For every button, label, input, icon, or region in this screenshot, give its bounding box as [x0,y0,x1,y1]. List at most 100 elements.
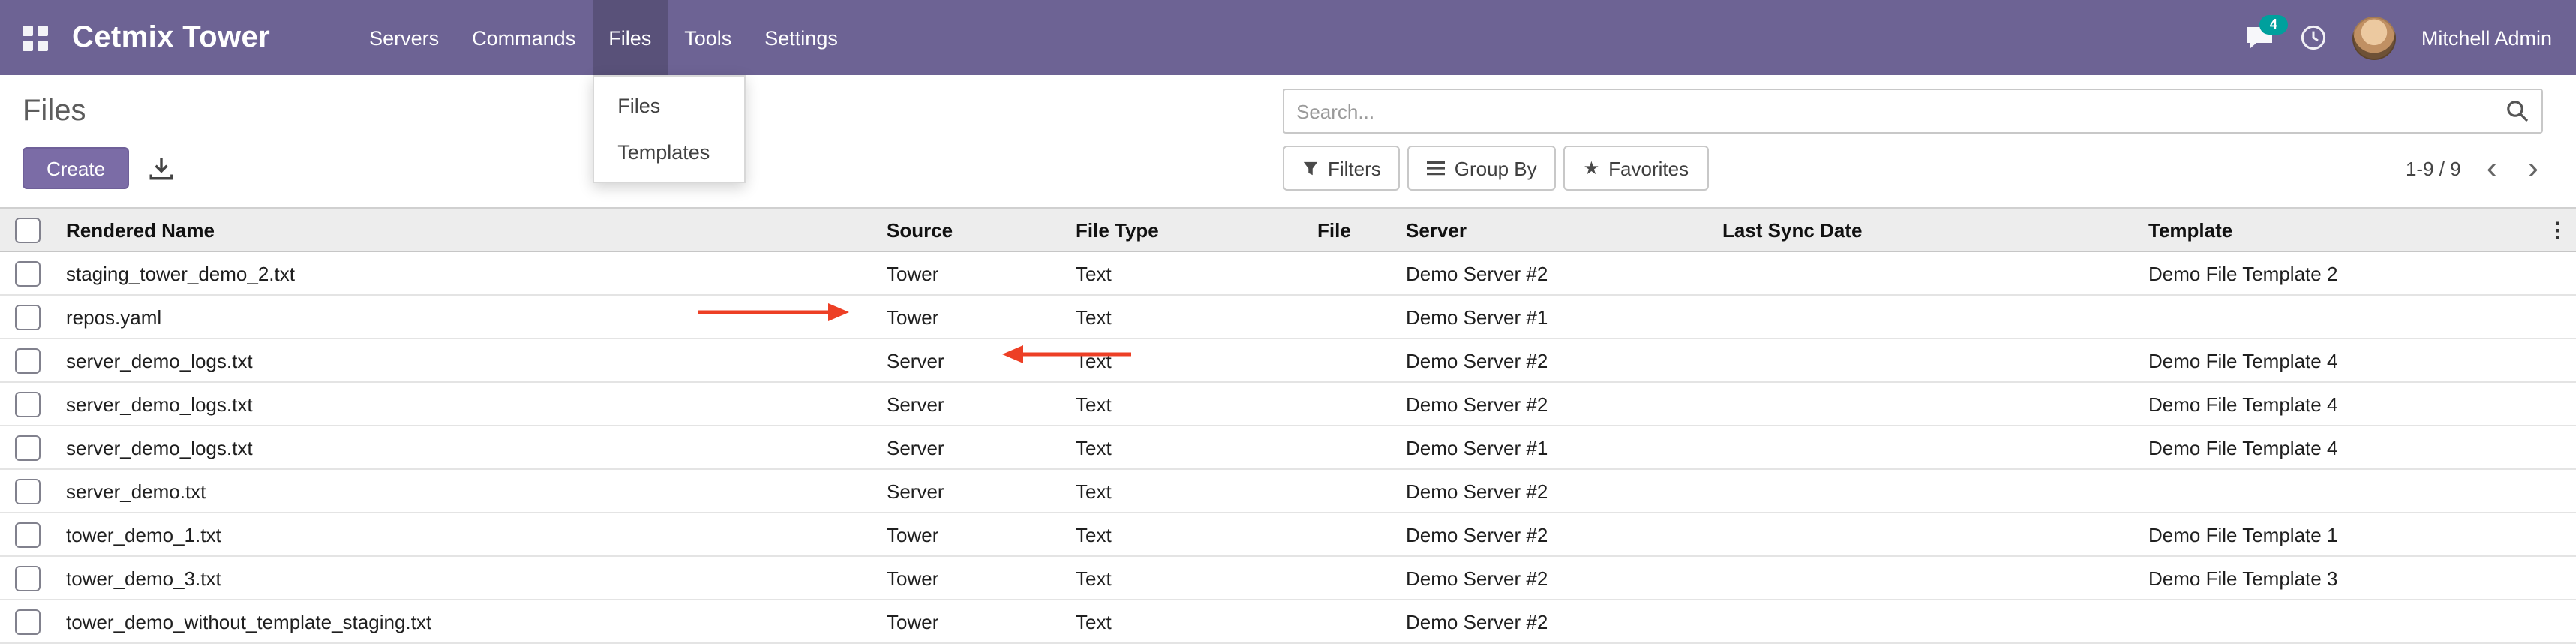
cell-file-type: Text [1064,469,1305,513]
pager-next-icon[interactable]: › [2523,152,2543,185]
cell-source: Tower [875,513,1064,556]
column-header-template[interactable]: Template [2136,208,2538,251]
group-by-button[interactable]: Group By [1408,146,1557,191]
page-title: Files [23,94,86,128]
cell-file [1305,382,1394,426]
row-checkbox[interactable] [14,391,40,417]
cell-template: Demo File Template 3 [2136,556,2538,600]
user-name[interactable]: Mitchell Admin [2421,26,2552,49]
row-checkbox[interactable] [14,304,40,330]
cell-server: Demo Server #1 [1394,295,1710,339]
cell-template [2136,469,2538,513]
cell-file-type: Text [1064,556,1305,600]
cell-server: Demo Server #2 [1394,382,1710,426]
column-header-server[interactable]: Server [1394,208,1710,251]
cell-template: Demo File Template 4 [2136,339,2538,382]
app-root: Cetmix Tower Servers Commands Files File… [0,0,2576,626]
cell-file [1305,295,1394,339]
search-icon[interactable] [2493,99,2541,123]
table-row[interactable]: server_demo_logs.txt Server Text Demo Se… [0,426,2576,469]
favorites-button[interactable]: ★ Favorites [1564,146,1708,191]
menu-files[interactable]: Files Files Templates [592,0,668,75]
table-row[interactable]: server_demo_logs.txt Server Text Demo Se… [0,339,2576,382]
cell-last-sync-date [1710,251,2136,295]
cell-rendered-name: server_demo_logs.txt [54,426,875,469]
cell-file-type: Text [1064,339,1305,382]
cell-rendered-name: tower_demo_3.txt [54,556,875,600]
table-row[interactable]: staging_tower_demo_2.txt Tower Text Demo… [0,251,2576,295]
row-checkbox[interactable] [14,609,40,634]
pager-previous-icon[interactable]: ‹ [2482,152,2502,185]
cell-source: Server [875,382,1064,426]
cell-source: Server [875,426,1064,469]
column-options-kebab-icon[interactable]: ⋮ [2547,217,2568,241]
table-row[interactable]: repos.yaml Tower Text Demo Server #1 [0,295,2576,339]
group-by-bars-icon [1428,161,1446,176]
row-checkbox[interactable] [14,565,40,591]
cell-source: Tower [875,295,1064,339]
pager: 1-9 / 9 ‹ › [2406,152,2543,185]
cell-template [2136,600,2538,643]
menu-commands[interactable]: Commands [455,0,592,75]
create-button[interactable]: Create [23,147,129,189]
top-navbar: Cetmix Tower Servers Commands Files File… [0,0,2576,75]
cell-file-type: Text [1064,295,1305,339]
control-panel: Files Create [0,75,2576,191]
column-header-source[interactable]: Source [875,208,1064,251]
user-avatar[interactable] [2352,16,2396,59]
table-row[interactable]: tower_demo_3.txt Tower Text Demo Server … [0,556,2576,600]
cell-server: Demo Server #2 [1394,339,1710,382]
cell-file-type: Text [1064,382,1305,426]
filters-button-label: Filters [1328,157,1381,179]
cell-source: Tower [875,251,1064,295]
select-all-checkbox[interactable] [14,217,40,242]
cell-file [1305,600,1394,643]
cell-server: Demo Server #2 [1394,251,1710,295]
filter-funnel-icon [1302,160,1319,176]
cell-template: Demo File Template 1 [2136,513,2538,556]
cell-rendered-name: server_demo_logs.txt [54,382,875,426]
main-menu: Servers Commands Files Files Templates T… [353,0,854,75]
search-input[interactable] [1284,100,2493,122]
column-header-rendered-name[interactable]: Rendered Name [54,208,875,251]
cell-file-type: Text [1064,251,1305,295]
row-checkbox[interactable] [14,260,40,286]
cell-template: Demo File Template 2 [2136,251,2538,295]
row-checkbox[interactable] [14,348,40,373]
dropdown-item-templates[interactable]: Templates [593,129,743,176]
cell-server: Demo Server #2 [1394,556,1710,600]
column-header-last-sync-date[interactable]: Last Sync Date [1710,208,2136,251]
app-brand[interactable]: Cetmix Tower [72,20,270,55]
cell-template: Demo File Template 4 [2136,382,2538,426]
row-checkbox[interactable] [14,435,40,460]
filters-button[interactable]: Filters [1283,146,1401,191]
table-row[interactable]: tower_demo_without_template_staging.txt … [0,600,2576,643]
cell-server: Demo Server #2 [1394,469,1710,513]
column-header-file-type[interactable]: File Type [1064,208,1305,251]
pager-range: 1-9 / 9 [2406,157,2461,179]
search-box [1283,89,2543,134]
row-checkbox[interactable] [14,478,40,504]
cell-file-type: Text [1064,513,1305,556]
row-checkbox[interactable] [14,522,40,547]
menu-settings[interactable]: Settings [748,0,854,75]
cell-rendered-name: server_demo_logs.txt [54,339,875,382]
messages-icon[interactable]: 4 [2244,25,2274,50]
apps-grid-icon[interactable] [23,25,48,50]
column-header-file[interactable]: File [1305,208,1394,251]
cell-source: Server [875,469,1064,513]
export-download-icon[interactable] [149,155,174,181]
table-row[interactable]: server_demo.txt Server Text Demo Server … [0,469,2576,513]
cell-last-sync-date [1710,469,2136,513]
table-row[interactable]: tower_demo_1.txt Tower Text Demo Server … [0,513,2576,556]
dropdown-item-files[interactable]: Files [593,83,743,129]
cell-file-type: Text [1064,426,1305,469]
cell-server: Demo Server #2 [1394,600,1710,643]
menu-tools[interactable]: Tools [668,0,748,75]
table-row[interactable]: server_demo_logs.txt Server Text Demo Se… [0,382,2576,426]
table-body: staging_tower_demo_2.txt Tower Text Demo… [0,251,2576,643]
menu-servers[interactable]: Servers [353,0,455,75]
group-by-button-label: Group By [1455,157,1537,179]
activities-clock-icon[interactable] [2300,24,2327,51]
cell-last-sync-date [1710,339,2136,382]
